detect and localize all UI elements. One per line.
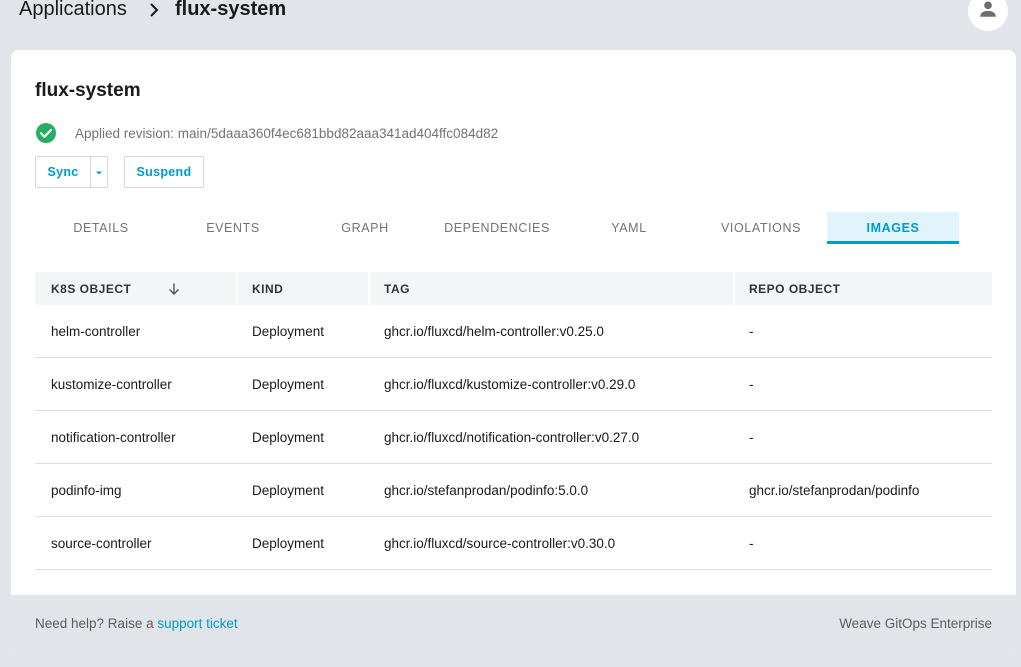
tab-events[interactable]: EVENTS <box>167 212 299 244</box>
cell-tag: ghcr.io/fluxcd/helm-controller:v0.25.0 <box>384 323 604 339</box>
cell-tag: ghcr.io/stefanprodan/podinfo:5.0.0 <box>384 482 589 498</box>
help-text: Need help? Raise a support ticket <box>35 616 238 631</box>
status-row: Applied revision: main/5daaa360f4ec681bb… <box>35 122 498 144</box>
check-circle-icon <box>35 122 57 144</box>
column-divider[interactable] <box>733 272 735 305</box>
arrow-down-icon[interactable] <box>167 282 181 296</box>
tab-images[interactable]: IMAGES <box>827 212 959 244</box>
table-row: helm-controller Deployment ghcr.io/fluxc… <box>35 305 992 358</box>
top-bar: Applications flux-system <box>0 0 1021 40</box>
cell-k8s-object: podinfo-img <box>51 482 122 498</box>
cell-k8s-object: notification-controller <box>51 429 176 445</box>
page-title: flux-system <box>35 80 141 101</box>
user-icon <box>977 0 999 25</box>
column-divider[interactable] <box>368 272 370 305</box>
application-card: flux-system Applied revision: main/5daaa… <box>11 50 1016 655</box>
suspend-button[interactable]: Suspend <box>124 156 204 188</box>
breadcrumb-applications[interactable]: Applications <box>19 0 127 21</box>
cell-repo-object: - <box>749 323 754 339</box>
column-header-tag[interactable]: TAG <box>384 272 410 305</box>
cell-tag: ghcr.io/fluxcd/notification-controller:v… <box>384 429 640 445</box>
brand-text: Weave GitOps Enterprise <box>839 616 992 631</box>
caret-down-icon <box>95 165 103 179</box>
column-header-k8s-object[interactable]: K8S OBJECT <box>51 272 181 305</box>
sync-menu-button[interactable] <box>90 156 108 188</box>
applied-revision-text: Applied revision: main/5daaa360f4ec681bb… <box>75 125 499 141</box>
help-prefix: Need help? Raise a <box>35 616 154 631</box>
column-divider[interactable] <box>236 272 238 305</box>
cell-k8s-object: helm-controller <box>51 323 141 339</box>
cell-repo-object: - <box>749 376 754 392</box>
images-table: K8S OBJECT KIND TAG REPO OBJECT helm-con… <box>35 272 992 570</box>
cell-kind: Deployment <box>252 429 325 445</box>
cell-tag: ghcr.io/fluxcd/source-controller:v0.30.0 <box>384 535 616 551</box>
cell-repo-object: - <box>749 535 754 551</box>
cell-kind: Deployment <box>252 482 325 498</box>
cell-kind: Deployment <box>252 535 325 551</box>
cell-k8s-object: kustomize-controller <box>51 376 172 392</box>
cell-repo-object: ghcr.io/stefanprodan/podinfo <box>749 482 920 498</box>
tab-violations[interactable]: VIOLATIONS <box>695 212 827 244</box>
tab-dependencies[interactable]: DEPENDENCIES <box>431 212 563 244</box>
footer: Need help? Raise a support ticket Weave … <box>11 595 1016 655</box>
sync-button[interactable]: Sync <box>35 156 91 188</box>
table-header: K8S OBJECT KIND TAG REPO OBJECT <box>35 272 992 305</box>
column-header-kind[interactable]: KIND <box>252 272 283 305</box>
cell-kind: Deployment <box>252 376 325 392</box>
cell-repo-object: - <box>749 429 754 445</box>
cell-tag: ghcr.io/fluxcd/kustomize-controller:v0.2… <box>384 376 636 392</box>
user-menu-button[interactable] <box>968 0 1008 31</box>
tab-graph[interactable]: GRAPH <box>299 212 431 244</box>
column-header-label: K8S OBJECT <box>51 281 132 296</box>
cell-kind: Deployment <box>252 323 325 339</box>
chevron-right-icon <box>146 2 162 18</box>
tab-yaml[interactable]: YAML <box>563 212 695 244</box>
support-ticket-link[interactable]: support ticket <box>157 616 237 631</box>
tab-bar: DETAILS EVENTS GRAPH DEPENDENCIES YAML V… <box>35 212 959 244</box>
table-row: kustomize-controller Deployment ghcr.io/… <box>35 358 992 411</box>
table-row: podinfo-img Deployment ghcr.io/stefanpro… <box>35 464 992 517</box>
table-row: notification-controller Deployment ghcr.… <box>35 411 992 464</box>
tab-details[interactable]: DETAILS <box>35 212 167 244</box>
breadcrumb-current: flux-system <box>175 0 287 20</box>
table-row: source-controller Deployment ghcr.io/flu… <box>35 517 992 570</box>
cell-k8s-object: source-controller <box>51 535 152 551</box>
column-header-repo-object[interactable]: REPO OBJECT <box>749 272 841 305</box>
